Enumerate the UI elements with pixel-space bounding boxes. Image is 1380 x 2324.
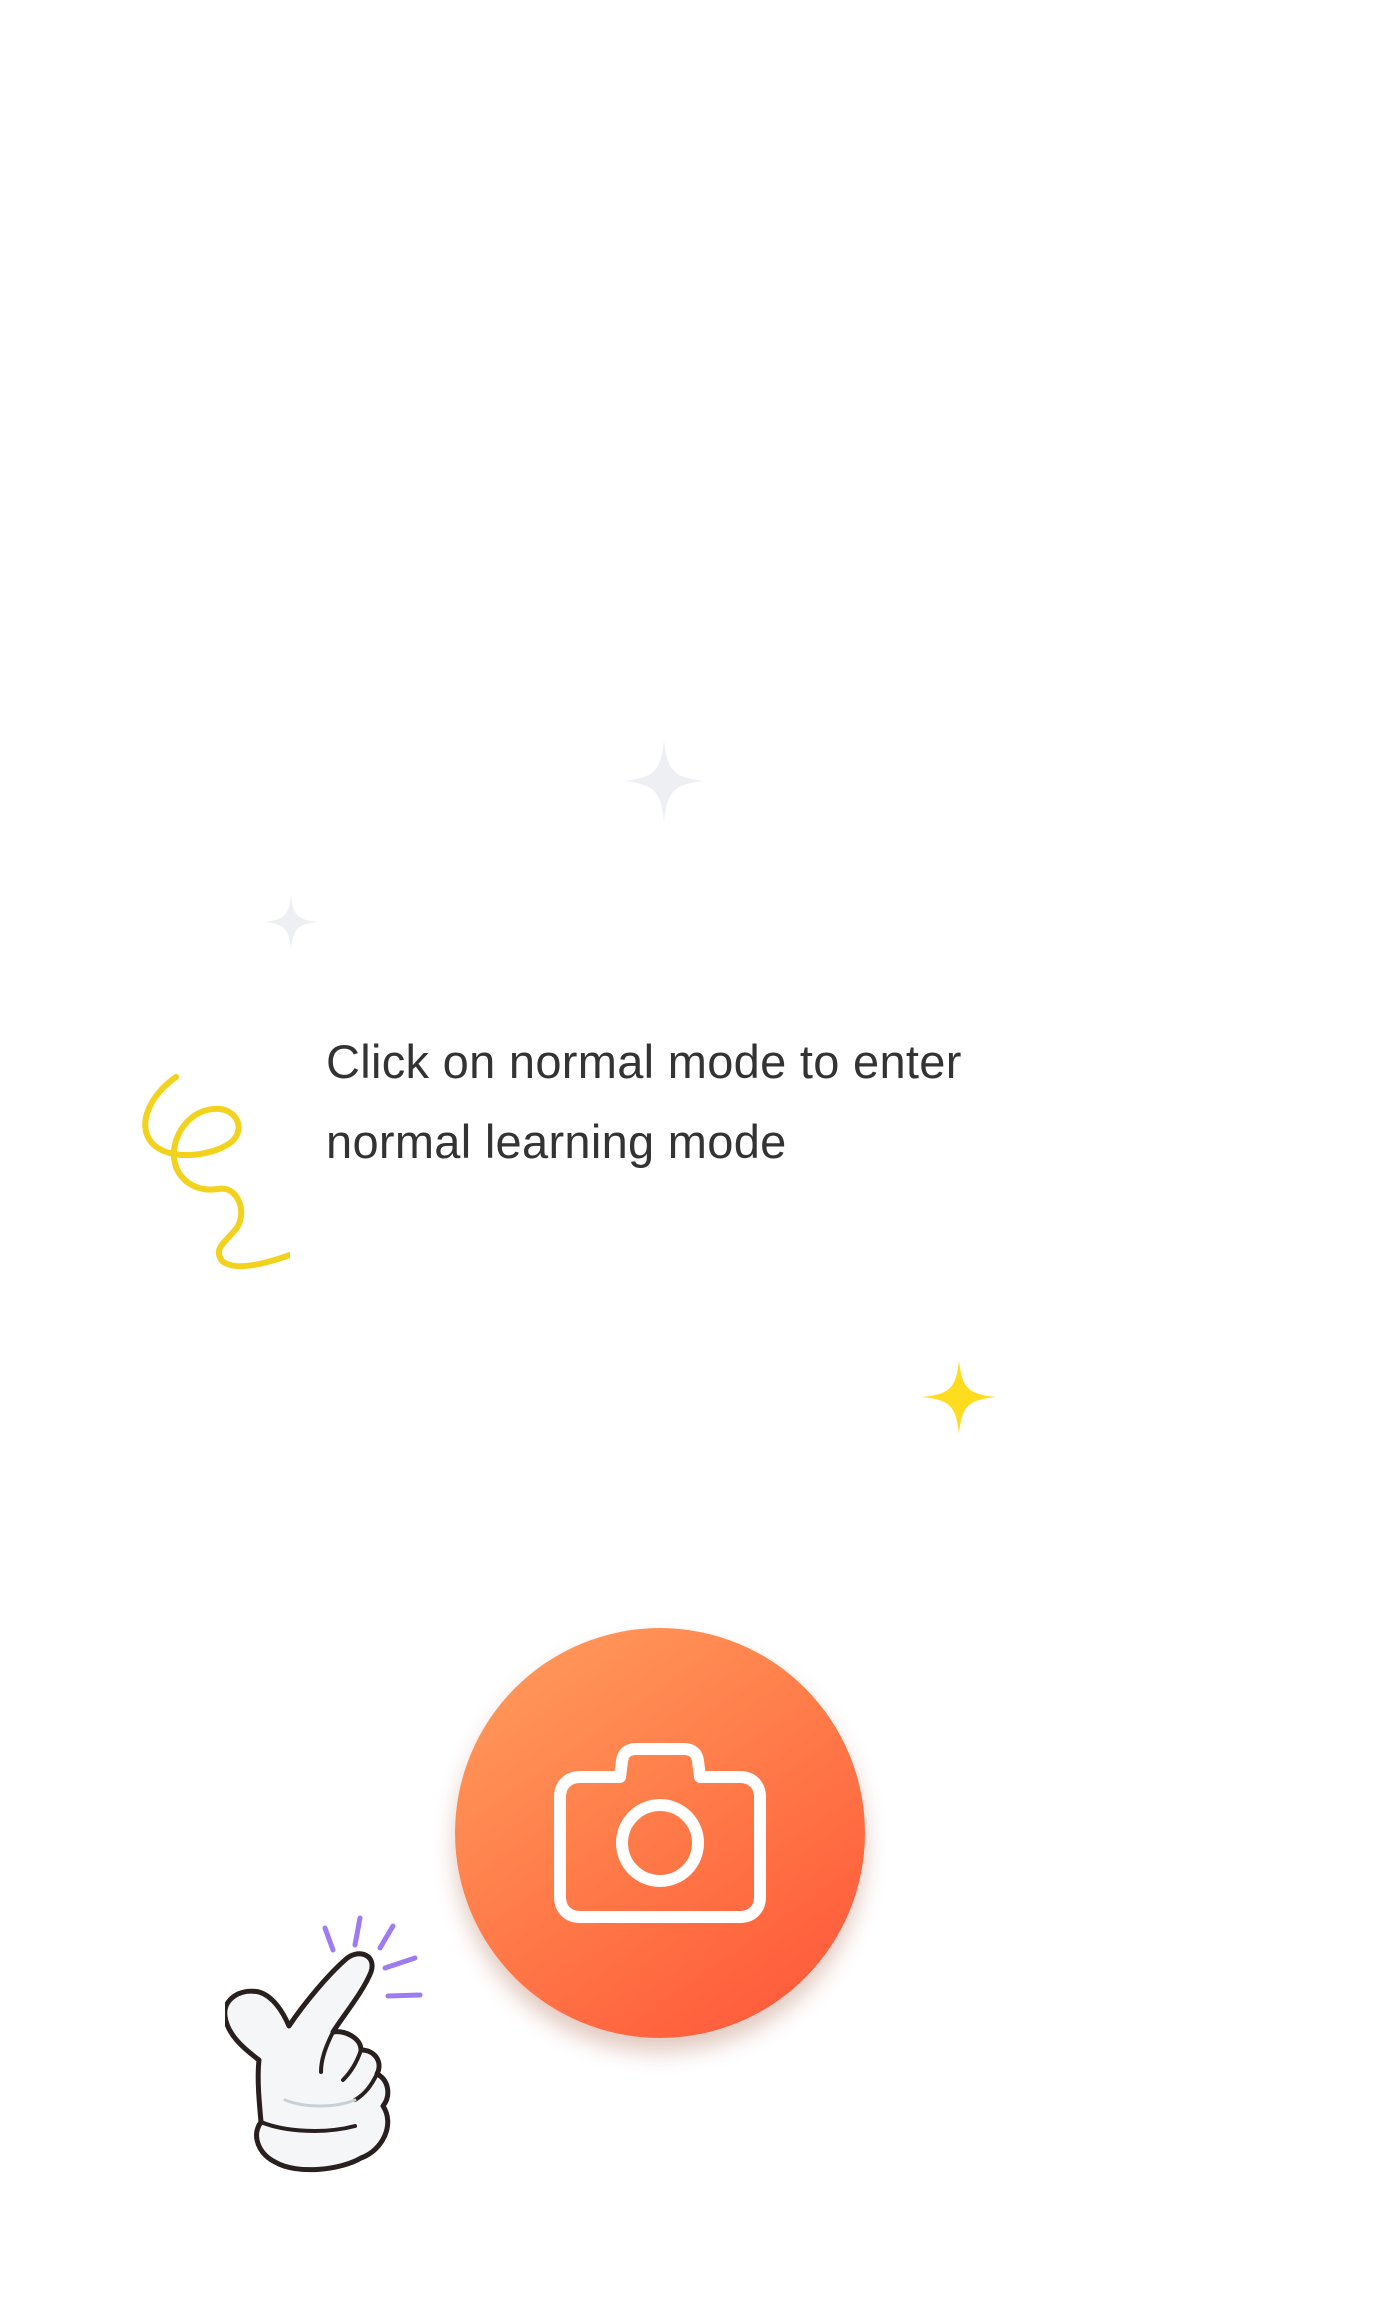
pointing-hand-icon bbox=[225, 1915, 423, 2173]
sparkle-icon bbox=[922, 1360, 996, 1434]
sparkle-icon bbox=[264, 895, 318, 949]
camera-icon bbox=[554, 1743, 766, 1923]
mode-guide-screen: Click on normal mode to enter normal lea… bbox=[0, 0, 1380, 2324]
camera-button[interactable] bbox=[455, 1628, 865, 2038]
hint-line-2: normal learning mode bbox=[326, 1115, 787, 1168]
hint-line-1: Click on normal mode to enter bbox=[326, 1035, 962, 1088]
mode-hint-text: Click on normal mode to enter normal lea… bbox=[326, 1022, 1086, 1182]
sparkle-icon bbox=[623, 740, 705, 822]
swirl-icon bbox=[142, 1074, 290, 1270]
